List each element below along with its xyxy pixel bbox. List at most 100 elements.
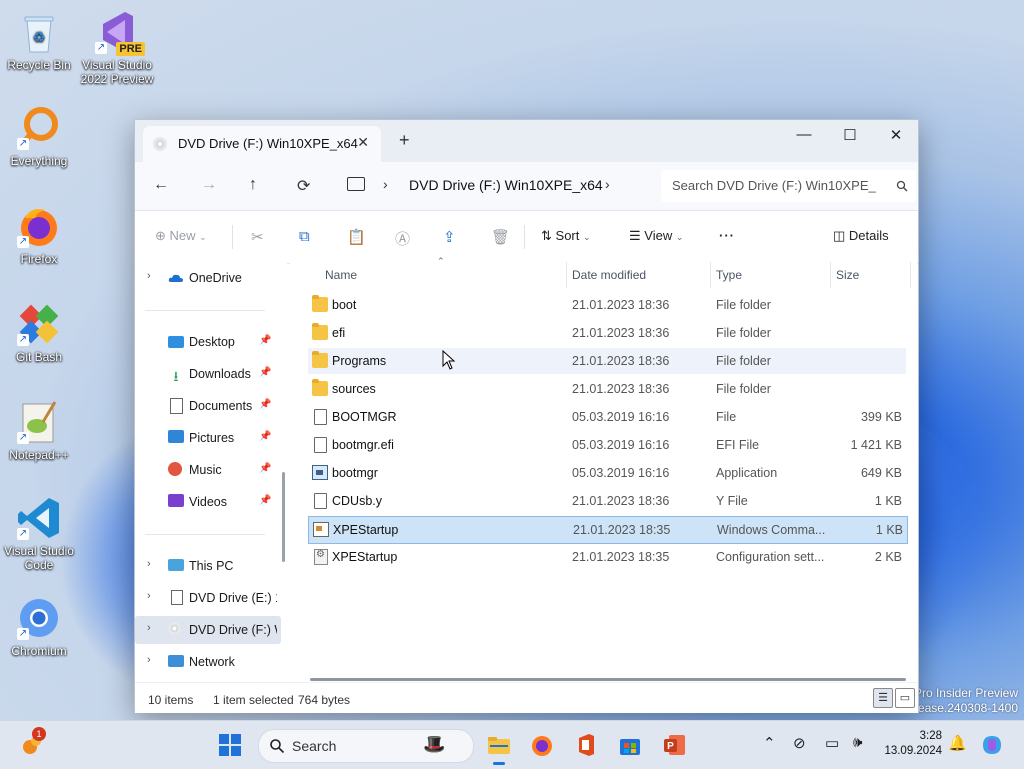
start-button[interactable]	[218, 733, 242, 757]
up-button[interactable]: ↑	[249, 176, 257, 194]
desktop-icon-visual-studio[interactable]: PRE ↗ Visual Studio 2022 Preview	[77, 8, 157, 86]
sort-button[interactable]: ⇅ Sort ⌄	[541, 228, 591, 244]
column-header-date-modified[interactable]: Date modified	[572, 268, 646, 282]
volume-muted-icon[interactable]: 🕪	[853, 734, 862, 751]
file-name: BOOTMGR	[332, 410, 397, 424]
sidebar-item-onedrive[interactable]: › OneDrive	[135, 264, 281, 292]
dvd-disc-icon	[153, 137, 167, 151]
display-icon[interactable]: ▭	[825, 734, 839, 752]
file-date: 21.01.2023 18:35	[572, 550, 670, 564]
sidebar-item-desktop[interactable]: Desktop 📌	[135, 328, 281, 356]
desktop-icon-vscode[interactable]: ↗ Visual Studio Code	[0, 494, 79, 572]
horizontal-scrollbar[interactable]	[310, 678, 906, 681]
notifications-bell-icon[interactable]: 🔔	[948, 734, 967, 752]
search-box[interactable]: Search DVD Drive (F:) Win10XPE_	[661, 170, 916, 202]
delete-icon[interactable]: 🗑	[491, 228, 510, 246]
file-date: 05.03.2019 16:16	[572, 438, 670, 452]
maximize-button[interactable]: ☐	[827, 126, 873, 144]
file-row-xpestartup-cmd[interactable]: XPEStartup 21.01.2023 18:35 Windows Comm…	[308, 516, 908, 544]
cut-icon[interactable]: ✂	[251, 228, 264, 246]
sidebar-item-pictures[interactable]: Pictures 📌	[135, 424, 281, 452]
forward-button[interactable]: →	[201, 176, 217, 194]
file-row-bootmgr-efi[interactable]: bootmgr.efi 05.03.2019 16:16 EFI File 1 …	[308, 432, 906, 458]
desktop-icon-recycle-bin[interactable]: ♻ Recycle Bin	[0, 8, 79, 72]
sidebar-scrollbar[interactable]	[282, 472, 285, 562]
sidebar-item-downloads[interactable]: ⭳ Downloads 📌	[135, 360, 281, 388]
close-button[interactable]: ✕	[873, 126, 919, 144]
column-divider[interactable]	[910, 262, 911, 288]
desktop-icon-notepad-plus-plus[interactable]: ↗ Notepad++	[0, 398, 79, 462]
shortcut-arrow-icon: ↗	[95, 42, 107, 54]
view-button[interactable]: ☰ View ⌄	[629, 228, 683, 244]
file-name: boot	[332, 298, 357, 312]
desktop-icon-everything[interactable]: ↗ Everything	[0, 104, 79, 168]
taskbar-powerpoint[interactable]: P	[663, 733, 687, 757]
large-icons-view-icon[interactable]: ▭	[895, 688, 915, 708]
paste-icon[interactable]: 📋	[347, 228, 366, 246]
breadcrumb-dvd-drive[interactable]: DVD Drive (F:) Win10XPE_x64	[409, 177, 603, 193]
breadcrumb-separator[interactable]: ›	[383, 176, 388, 192]
file-type: File folder	[716, 326, 771, 340]
view-list-icon: ☰	[629, 228, 641, 243]
command-script-icon	[313, 522, 329, 537]
refresh-button[interactable]: ⟳	[297, 176, 310, 196]
desktop-icon-firefox[interactable]: ↗ Firefox	[0, 202, 79, 266]
details-button[interactable]: ◫ Details	[833, 228, 889, 244]
taskbar-store[interactable]	[618, 733, 642, 757]
breadcrumb-chevron[interactable]: ›	[605, 176, 610, 192]
column-header-name[interactable]: Name	[325, 268, 357, 282]
sidebar-item-music[interactable]: Music 📌	[135, 456, 281, 484]
sidebar-item-videos[interactable]: Videos 📌	[135, 488, 281, 516]
copilot-preview-icon[interactable]	[980, 733, 1004, 757]
desktop-icon-git-bash[interactable]: ↗ Git Bash	[0, 300, 79, 364]
new-button[interactable]: ⊕ New ⌄	[155, 228, 207, 244]
tab-close-button[interactable]: ✕	[357, 134, 369, 151]
column-divider[interactable]	[830, 262, 831, 288]
shortcut-arrow-icon: ↗	[17, 628, 29, 640]
file-row-cdusb[interactable]: CDUsb.y 21.01.2023 18:36 Y File 1 KB	[308, 488, 906, 514]
sidebar-item-dvd-drive-f[interactable]: › DVD Drive (F:) W	[135, 616, 281, 644]
file-row-sources[interactable]: sources 21.01.2023 18:36 File folder	[308, 376, 906, 402]
minimize-button[interactable]: —	[781, 126, 827, 143]
search-highlight-icon: 🎩	[423, 734, 446, 754]
file-explorer-window: DVD Drive (F:) Win10XPE_x64 ✕ + — ☐ ✕ ← …	[134, 119, 919, 713]
file-row-bootmgr-upper[interactable]: BOOTMGR 05.03.2019 16:16 File 399 KB	[308, 404, 906, 430]
sidebar-item-this-pc[interactable]: › This PC	[135, 552, 281, 580]
widgets-icon[interactable]: 1	[20, 727, 46, 757]
details-view-icon[interactable]: ☰	[873, 688, 893, 708]
system-clock[interactable]: 3:28 13.09.2024	[880, 729, 942, 759]
desktop-icon-label: Git Bash	[15, 350, 63, 364]
taskbar-search[interactable]: Search 🎩	[258, 729, 474, 763]
navigation-bar: ← → ↑ ⟳ › DVD Drive (F:) Win10XPE_x64 › …	[135, 162, 918, 211]
network-disconnected-icon[interactable]: ⊘	[793, 734, 806, 752]
more-options-button[interactable]: ···	[719, 228, 735, 243]
column-divider[interactable]	[710, 262, 711, 288]
file-row-bootmgr-app[interactable]: bootmgr 05.03.2019 16:16 Application 649…	[308, 460, 906, 486]
back-button[interactable]: ←	[153, 176, 169, 194]
sidebar-item-dvd-drive-e[interactable]: › DVD Drive (E:) 1!	[135, 584, 281, 612]
pin-icon: 📌	[259, 367, 272, 378]
address-bar[interactable]: › DVD Drive (F:) Win10XPE_x64 ›	[339, 170, 647, 202]
share-icon[interactable]: ⇪	[443, 228, 456, 246]
tab-dvd-drive[interactable]: DVD Drive (F:) Win10XPE_x64 ✕	[143, 126, 381, 162]
chevron-right-icon: ›	[147, 590, 151, 602]
taskbar-office[interactable]	[574, 733, 598, 757]
file-row-efi[interactable]: efi 21.01.2023 18:36 File folder	[308, 320, 906, 346]
file-row-programs[interactable]: Programs 21.01.2023 18:36 File folder	[308, 348, 906, 374]
file-row-xpestartup-cfg[interactable]: XPEStartup 21.01.2023 18:35 Configuratio…	[308, 544, 906, 570]
sidebar-item-network[interactable]: › Network	[135, 648, 281, 676]
file-name: sources	[332, 382, 376, 396]
column-divider[interactable]	[566, 262, 567, 288]
taskbar-file-explorer[interactable]	[487, 733, 511, 765]
show-hidden-icons-chevron-icon[interactable]: ⌃	[763, 734, 776, 752]
file-row-boot[interactable]: boot 21.01.2023 18:36 File folder	[308, 292, 906, 318]
file-explorer-icon	[488, 737, 510, 754]
column-header-size[interactable]: Size	[836, 268, 859, 282]
sidebar-item-documents[interactable]: Documents 📌	[135, 392, 281, 420]
rename-icon[interactable]: Ⓐ	[395, 228, 410, 249]
taskbar-firefox[interactable]	[530, 733, 554, 757]
desktop-icon-chromium[interactable]: ↗ Chromium	[0, 594, 79, 658]
column-header-type[interactable]: Type	[716, 268, 742, 282]
new-tab-button[interactable]: +	[399, 130, 410, 151]
copy-icon[interactable]: ⧉	[299, 228, 310, 245]
